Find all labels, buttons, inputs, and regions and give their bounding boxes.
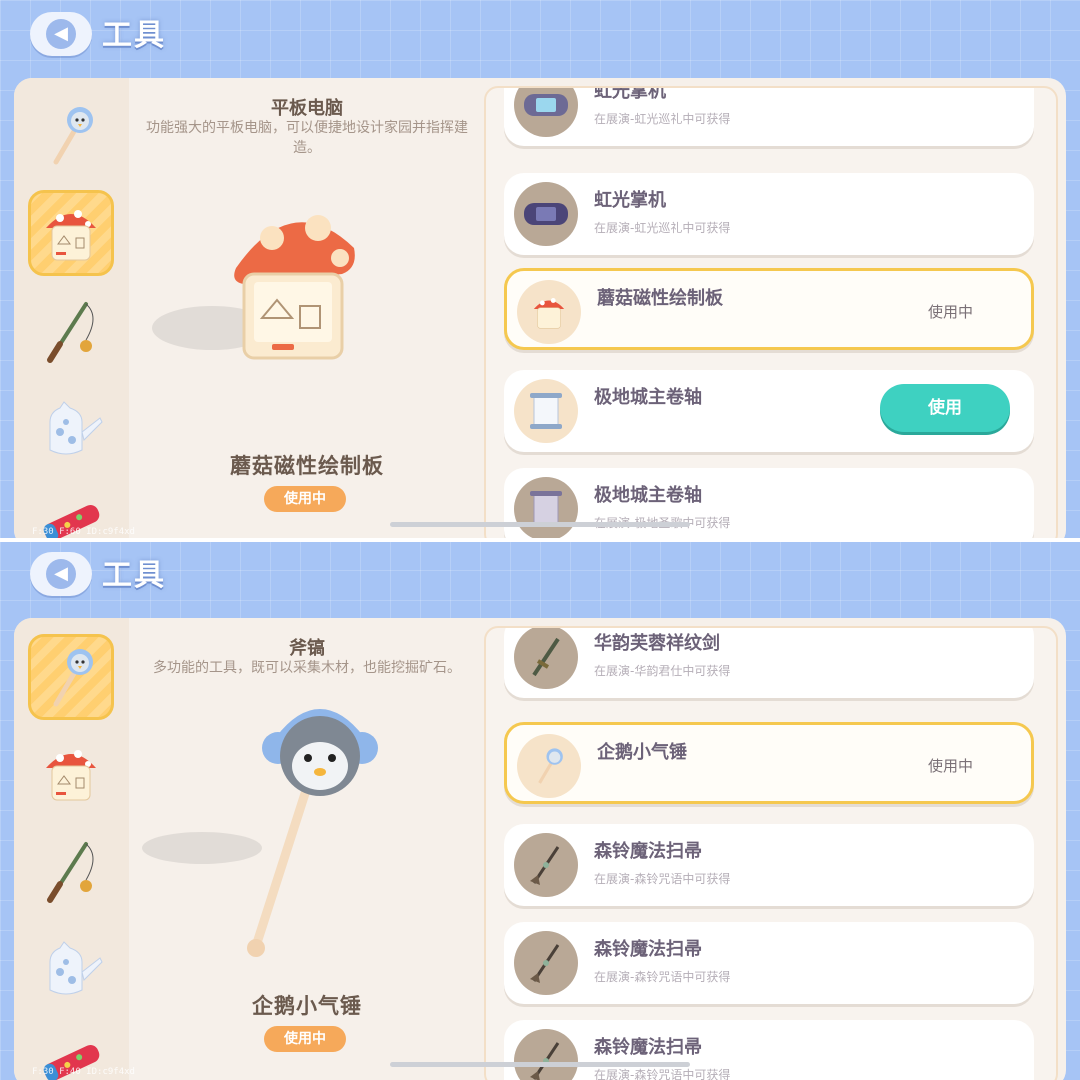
list-item[interactable]: 虹光掌机 在展演-虹光巡礼中可获得 xyxy=(504,173,1034,255)
handheld-console-icon xyxy=(514,182,578,246)
mushroom-board-icon xyxy=(46,750,96,801)
scrollbar[interactable] xyxy=(390,522,690,527)
tool-detail: 平板电脑 功能强大的平板电脑，可以便捷地设计家园并指挥建造。 蘑菇磁性绘制板 使… xyxy=(132,78,482,540)
item-source: 在展演-森铃咒语中可获得 xyxy=(594,872,731,886)
category-sidebar xyxy=(14,78,129,540)
broom-icon xyxy=(514,833,578,897)
tool-card: 斧镐 多功能的工具，既可以采集木材，也能挖掘矿石。 企鹅小气锤 使用中 华韵芙蓉… xyxy=(14,618,1066,1080)
list-item[interactable]: 华韵芙蓉祥纹剑 在展演-华韵君仕中可获得 xyxy=(504,628,1034,698)
sword-icon xyxy=(514,628,578,689)
fishing-rod-icon xyxy=(47,842,94,903)
debug-overlay: F:30 F:40 ID:c9f4xd xyxy=(32,1067,135,1077)
tool-panel-axe: ◀ 工具 斧镐 多功能的工具，既可以采集木材，也能挖掘矿石。 企鹅小气锤 使用中… xyxy=(0,540,1080,1080)
item-name: 企鹅小气锤 xyxy=(597,742,687,763)
back-button[interactable]: ◀ xyxy=(30,552,92,596)
selected-item-name: 蘑菇磁性绘制板 xyxy=(230,454,384,478)
item-list: 虹光掌机 在展演-虹光巡礼中可获得 虹光掌机 在展演-虹光巡礼中可获得 蘑菇磁性… xyxy=(484,86,1058,540)
sidebar-item-hammer[interactable] xyxy=(28,92,114,178)
list-item[interactable]: 森铃魔法扫帚 在展演-森铃咒语中可获得 xyxy=(504,1020,1034,1080)
list-item-selected[interactable]: 蘑菇磁性绘制板 使用中 xyxy=(504,268,1034,350)
item-name: 虹光掌机 xyxy=(594,190,666,211)
scroll-icon xyxy=(514,379,578,443)
sidebar-item-hammer[interactable] xyxy=(28,634,114,720)
item-name: 森铃魔法扫帚 xyxy=(594,841,702,862)
scrollbar[interactable] xyxy=(390,1062,690,1067)
sidebar-item-watering-can[interactable] xyxy=(28,926,114,1012)
list-item[interactable]: 森铃魔法扫帚 在展演-森铃咒语中可获得 xyxy=(504,922,1034,1004)
in-use-label: 使用中 xyxy=(927,757,973,775)
sidebar-item-fishing-rod[interactable] xyxy=(28,828,114,914)
chevron-left-icon: ◀ xyxy=(46,559,76,589)
list-item[interactable]: 极地城主卷轴 在展演-极地圣歌中可获得 xyxy=(504,468,1034,540)
page-title: 工具 xyxy=(102,18,166,53)
sidebar-item-tablet[interactable] xyxy=(28,190,114,276)
panel-divider xyxy=(0,538,1080,542)
item-source: 在展演-华韵君仕中可获得 xyxy=(594,664,731,678)
penguin-hammer-icon xyxy=(517,734,581,798)
in-use-badge: 使用中 xyxy=(264,486,346,512)
item-name: 蘑菇磁性绘制板 xyxy=(597,288,723,309)
sidebar-item-fishing-rod[interactable] xyxy=(28,288,114,374)
sidebar-item-tablet[interactable] xyxy=(28,730,114,816)
in-use-badge: 使用中 xyxy=(264,1026,346,1052)
fishing-rod-icon xyxy=(47,302,94,363)
tool-panel-tablet: ◀ 工具 平板电脑 功能强大的平板电脑，可以便捷地设计家园并指挥建造。 蘑菇磁性… xyxy=(0,0,1080,540)
penguin-hammer-icon xyxy=(53,649,93,707)
mushroom-board-icon xyxy=(517,280,581,344)
list-item[interactable]: 森铃魔法扫帚 在展演-森铃咒语中可获得 xyxy=(504,824,1034,906)
item-source: 在展演-森铃咒语中可获得 xyxy=(594,970,731,984)
tool-detail: 斧镐 多功能的工具，既可以采集木材，也能挖掘矿石。 企鹅小气锤 使用中 xyxy=(132,618,482,1080)
penguin-hammer-icon xyxy=(53,107,93,165)
item-source: 在展演-虹光巡礼中可获得 xyxy=(594,112,731,126)
watering-can-icon xyxy=(49,401,103,455)
sidebar-item-watering-can[interactable] xyxy=(28,386,114,472)
watering-can-icon xyxy=(49,941,103,995)
item-name: 森铃魔法扫帚 xyxy=(594,939,702,960)
chevron-left-icon: ◀ xyxy=(46,19,76,49)
category-sidebar xyxy=(14,618,129,1080)
item-name: 虹光掌机 xyxy=(594,86,666,102)
use-button[interactable]: 使用 xyxy=(880,384,1010,432)
item-name: 华韵芙蓉祥纹剑 xyxy=(594,633,720,654)
list-item[interactable]: 极地城主卷轴 使用 xyxy=(504,370,1034,452)
list-item[interactable]: 虹光掌机 在展演-虹光巡礼中可获得 xyxy=(504,86,1034,146)
broom-icon xyxy=(514,931,578,995)
item-name: 极地城主卷轴 xyxy=(594,485,702,506)
back-button[interactable]: ◀ xyxy=(30,12,92,56)
tool-card: 平板电脑 功能强大的平板电脑，可以便捷地设计家园并指挥建造。 蘑菇磁性绘制板 使… xyxy=(14,78,1066,540)
item-name: 极地城主卷轴 xyxy=(594,387,702,408)
item-list: 华韵芙蓉祥纹剑 在展演-华韵君仕中可获得 企鹅小气锤 使用中 森铃魔法扫帚 在展… xyxy=(484,626,1058,1080)
item-source: 在展演-森铃咒语中可获得 xyxy=(594,1068,731,1080)
broom-icon xyxy=(514,1029,578,1080)
list-item-selected[interactable]: 企鹅小气锤 使用中 xyxy=(504,722,1034,804)
item-name: 森铃魔法扫帚 xyxy=(594,1037,702,1058)
page-title: 工具 xyxy=(102,558,166,593)
scroll-icon xyxy=(514,477,578,540)
mushroom-board-icon xyxy=(46,210,96,261)
handheld-console-icon xyxy=(514,88,578,137)
item-source: 在展演-虹光巡礼中可获得 xyxy=(594,221,731,235)
in-use-label: 使用中 xyxy=(927,303,973,321)
selected-item-name: 企鹅小气锤 xyxy=(252,994,362,1018)
debug-overlay: F:30 F:60 ID:c9f4xd xyxy=(32,527,135,537)
